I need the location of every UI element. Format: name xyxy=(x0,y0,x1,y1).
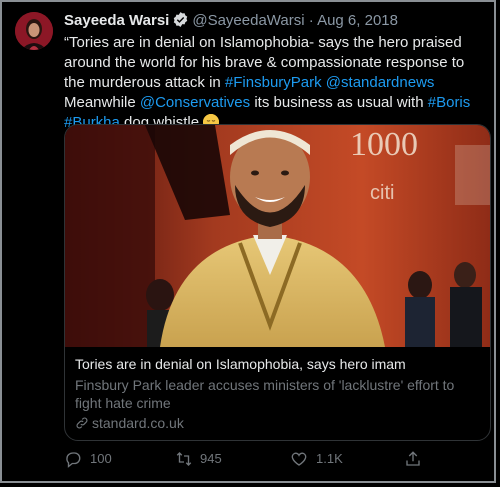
retweet-count: 945 xyxy=(200,451,222,466)
card-description: Finsbury Park leader accuses ministers o… xyxy=(75,377,455,411)
avatar[interactable] xyxy=(15,12,53,50)
hashtag-finsburypark[interactable]: #FinsburyPark xyxy=(225,74,322,91)
share-icon xyxy=(406,451,420,466)
like-count: 1.1K xyxy=(316,451,343,466)
backdrop-number: 1000 xyxy=(350,126,418,163)
mention-standardnews[interactable]: @standardnews xyxy=(326,74,435,91)
tweet[interactable]: Sayeeda Warsi @SayeedaWarsi · Aug 6, 2018… xyxy=(0,0,496,483)
tweet-text-part: Meanwhile xyxy=(64,94,140,111)
card-title[interactable]: Tories are in denial on Islamophobia, sa… xyxy=(75,355,480,373)
card-domain[interactable]: standard.co.uk xyxy=(75,414,184,432)
reply-icon xyxy=(66,452,81,468)
card-domain-text: standard.co.uk xyxy=(92,415,184,431)
tweet-text-part: its business as usual with xyxy=(250,94,428,111)
mention-conservatives[interactable]: @Conservatives xyxy=(140,94,250,111)
link-icon xyxy=(76,417,88,429)
header-separator: · xyxy=(308,12,314,29)
author-name[interactable]: Sayeeda Warsi xyxy=(64,12,169,29)
link-card[interactable]: 1000 citi Tories are in denial on Islamo… xyxy=(64,124,491,441)
author-handle[interactable]: @SayeedaWarsi xyxy=(192,12,304,29)
tweet-date[interactable]: Aug 6, 2018 xyxy=(317,12,398,29)
retweet-icon xyxy=(176,452,192,466)
tweet-header: Sayeeda Warsi @SayeedaWarsi · Aug 6, 2018 xyxy=(64,11,484,34)
card-image: 1000 citi xyxy=(65,125,490,350)
backdrop-brand: citi xyxy=(370,182,394,204)
share-button[interactable] xyxy=(404,447,428,471)
verified-badge-icon xyxy=(172,11,189,34)
hashtag-boris[interactable]: #Boris xyxy=(428,94,471,111)
reply-count: 100 xyxy=(90,451,112,466)
heart-icon xyxy=(291,452,307,466)
like-button[interactable]: 1.1K xyxy=(290,447,360,471)
reply-button[interactable]: 100 xyxy=(64,447,134,471)
retweet-button[interactable]: 945 xyxy=(174,447,244,471)
tweet-text: “Tories are in denial on Islamophobia- s… xyxy=(64,33,484,133)
action-bar: 100 945 1.1K xyxy=(64,447,464,471)
